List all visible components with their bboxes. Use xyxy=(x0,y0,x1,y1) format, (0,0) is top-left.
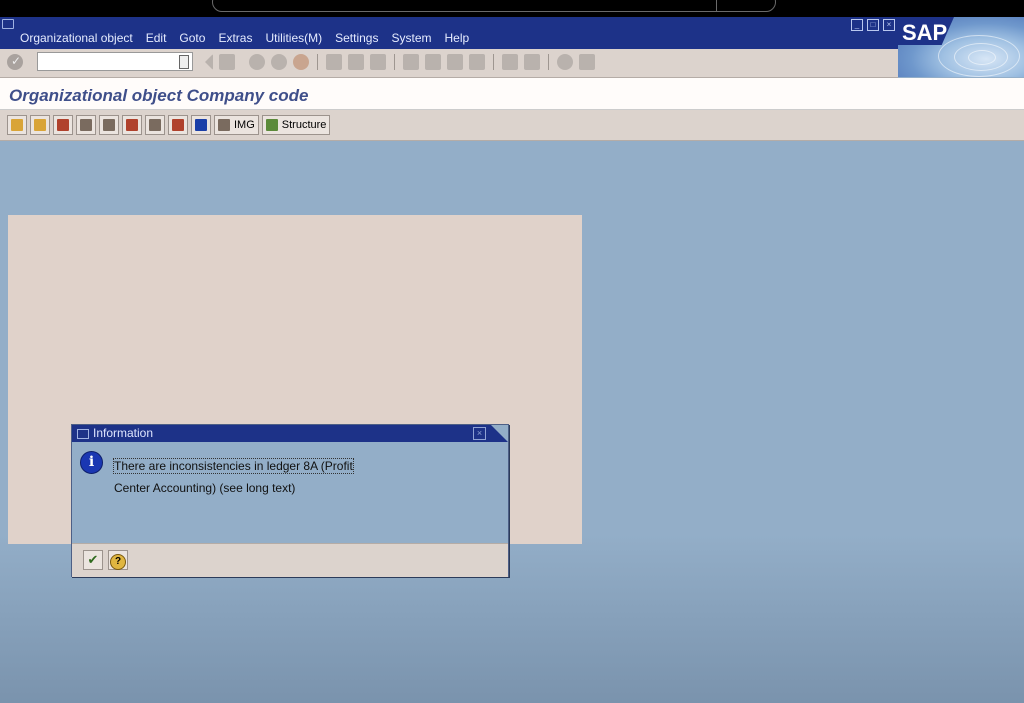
toolbar-separator xyxy=(493,54,494,70)
copy-button[interactable] xyxy=(30,115,50,135)
check-consistency-button[interactable] xyxy=(145,115,165,135)
copy-as-button[interactable] xyxy=(53,115,73,135)
transport-button[interactable] xyxy=(122,115,142,135)
structure-label: Structure xyxy=(281,119,327,131)
menubar: Organizational object Edit Goto Extras U… xyxy=(0,17,1024,49)
info-icon: i xyxy=(80,451,103,474)
structure-button[interactable]: Structure xyxy=(261,115,331,135)
new-session-icon[interactable] xyxy=(502,54,518,70)
help-icon: ? xyxy=(110,554,126,570)
toolbar-separator xyxy=(317,54,318,70)
truck-icon xyxy=(126,119,138,131)
find-next-icon[interactable] xyxy=(370,54,386,70)
info-button[interactable] xyxy=(191,115,211,135)
maximize-icon[interactable]: □ xyxy=(867,19,879,31)
print-icon[interactable] xyxy=(326,54,342,70)
img-button[interactable]: IMG xyxy=(214,115,259,135)
last-page-icon[interactable] xyxy=(469,54,485,70)
toolbar-separator xyxy=(548,54,549,70)
menu-settings[interactable]: Settings xyxy=(335,31,378,45)
menu-system[interactable]: System xyxy=(391,31,431,45)
menu-extras[interactable]: Extras xyxy=(218,31,252,45)
help-icon[interactable] xyxy=(557,54,573,70)
menu-help[interactable]: Help xyxy=(445,31,470,45)
page-title: Organizational object Company code xyxy=(9,86,309,105)
toolbar-icons xyxy=(205,54,601,70)
menu-edit[interactable]: Edit xyxy=(146,31,167,45)
find-icon[interactable] xyxy=(348,54,364,70)
shortcut-icon[interactable] xyxy=(524,54,540,70)
top-strip xyxy=(0,0,1024,17)
check-icon[interactable]: ✓ xyxy=(7,54,23,70)
delete-button[interactable] xyxy=(76,115,96,135)
hierarchy-icon xyxy=(103,119,115,131)
standard-toolbar: ✓ xyxy=(0,49,898,78)
command-input[interactable] xyxy=(40,54,174,71)
message-line-2: Center Accounting) (see long text) xyxy=(114,481,296,495)
filter-icon xyxy=(218,119,230,131)
sap-logo: SAP xyxy=(902,20,948,45)
img-label: IMG xyxy=(234,119,255,131)
title-bar: Organizational object Company code xyxy=(0,78,1024,110)
cancel-icon[interactable] xyxy=(293,54,309,70)
checkmark-icon: ✔ xyxy=(87,552,99,567)
toolbar-separator xyxy=(394,54,395,70)
system-menu-icon[interactable] xyxy=(2,19,14,29)
dialog-title: Information xyxy=(93,426,154,440)
dialog-title-corner xyxy=(491,425,508,442)
application-toolbar: IMG Structure xyxy=(0,110,1024,141)
dialog-footer: ✔ ? xyxy=(72,543,508,577)
continue-button[interactable]: ✔ xyxy=(83,550,103,570)
info-icon xyxy=(195,119,207,131)
menu-goto[interactable]: Goto xyxy=(179,31,205,45)
information-dialog: Information × i There are inconsistencie… xyxy=(71,424,509,577)
assign-button[interactable] xyxy=(99,115,119,135)
dialog-title-bar: Information × xyxy=(72,425,508,442)
exit-icon[interactable] xyxy=(271,54,287,70)
target-icon xyxy=(149,119,161,131)
double-arrow-icon xyxy=(57,119,69,131)
copy-icon xyxy=(34,119,46,131)
menu-utilities[interactable]: Utilities(M) xyxy=(265,31,322,45)
minimize-icon[interactable]: _ xyxy=(851,19,863,31)
puzzle-icon xyxy=(172,119,184,131)
prev-page-icon[interactable] xyxy=(425,54,441,70)
dialog-menu-icon[interactable] xyxy=(77,429,89,439)
menu-organizational-object[interactable]: Organizational object xyxy=(20,31,133,45)
pencil-icon xyxy=(11,119,23,131)
where-used-button[interactable] xyxy=(168,115,188,135)
close-icon[interactable]: × xyxy=(883,19,895,31)
menu-items: Organizational object Edit Goto Extras U… xyxy=(20,31,482,45)
back-nav-icon[interactable] xyxy=(249,54,265,70)
window-buttons: _ □ × xyxy=(851,19,895,31)
dialog-message: There are inconsistencies in ledger 8A (… xyxy=(113,455,374,499)
first-page-icon[interactable] xyxy=(403,54,419,70)
top-pill xyxy=(212,0,776,12)
save-icon[interactable] xyxy=(219,54,235,70)
structure-icon xyxy=(265,119,278,131)
command-history-icon[interactable] xyxy=(179,55,189,69)
edit-button[interactable] xyxy=(7,115,27,135)
layout-icon[interactable] xyxy=(579,54,595,70)
next-page-icon[interactable] xyxy=(447,54,463,70)
command-field[interactable] xyxy=(37,52,193,71)
trash-icon xyxy=(80,119,92,131)
message-line-1: There are inconsistencies in ledger 8A (… xyxy=(113,458,354,474)
help-button[interactable]: ? xyxy=(108,550,128,570)
dialog-close-icon[interactable]: × xyxy=(473,427,486,440)
back-icon[interactable] xyxy=(205,54,213,70)
